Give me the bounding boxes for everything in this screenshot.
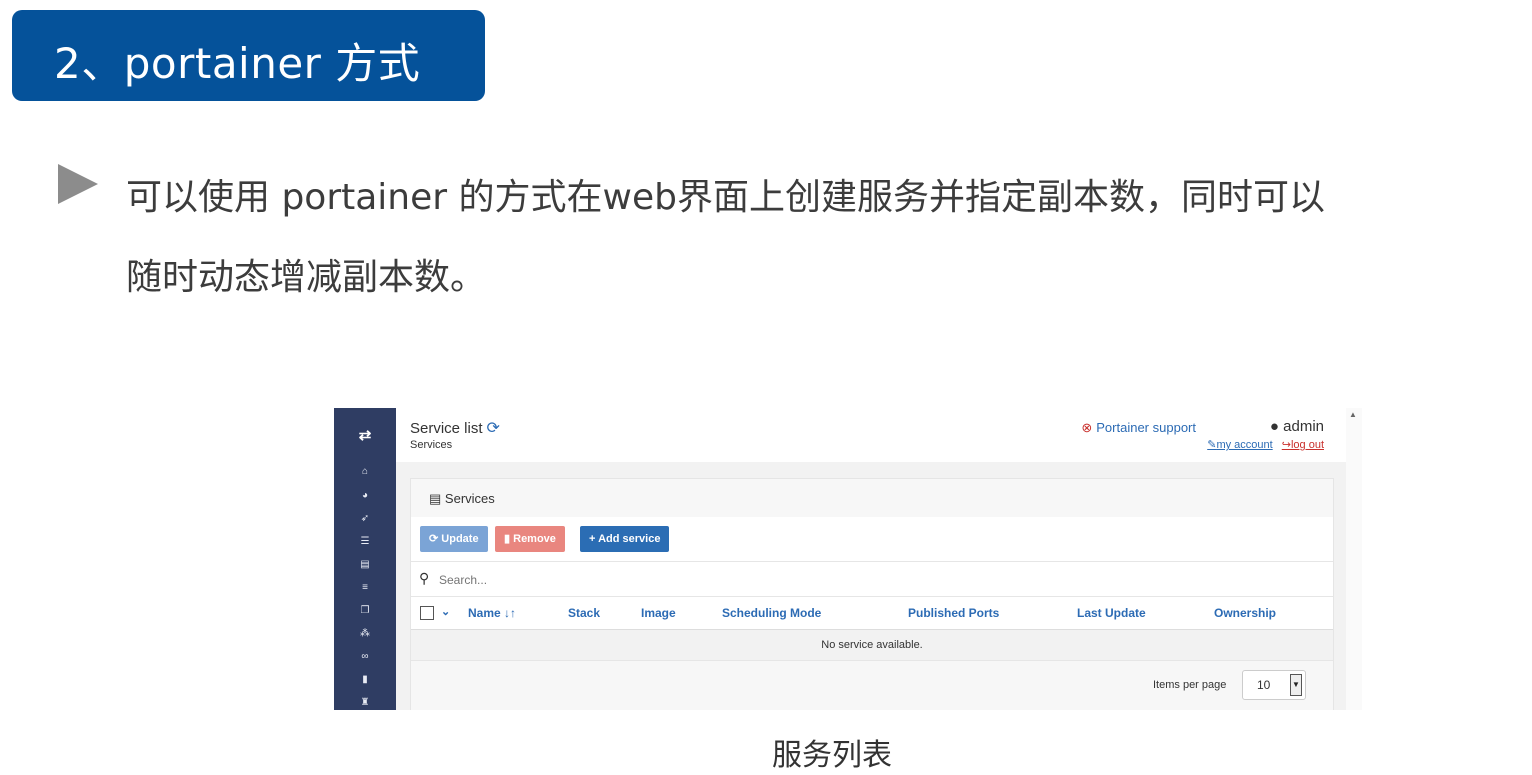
remove-button[interactable]: ▮ Remove — [495, 526, 565, 552]
column-stack[interactable]: Stack — [568, 606, 600, 620]
items-per-page-value: 10 — [1257, 678, 1271, 692]
dashboard-icon[interactable]: ◕ — [334, 490, 396, 502]
bullet-arrow-icon — [58, 164, 98, 204]
column-image[interactable]: Image — [641, 606, 676, 620]
body-line-2: 随时动态增减副本数。 — [126, 257, 487, 298]
logout-icon: ↪ — [1281, 439, 1291, 451]
support-link-text: Portainer support — [1096, 420, 1196, 435]
username: admin — [1283, 418, 1324, 435]
services-panel: ▤ Services ⟳ Update ▮ Remove + Add servi… — [410, 478, 1334, 710]
trash-icon: ▮ — [504, 533, 511, 545]
search-bar: ⚲ — [411, 562, 1333, 597]
slide-body: 可以使用 portainer 的方式在web界面上创建服务并指定副本数，同时可以… — [126, 158, 1526, 318]
search-input[interactable] — [437, 568, 1041, 592]
plus-icon: + — [589, 533, 596, 545]
column-name[interactable]: Name ↓↑ — [468, 606, 516, 620]
panel-title: ▤ Services — [429, 491, 495, 507]
scroll-up-icon[interactable]: ▲ — [1349, 410, 1357, 419]
account-links: ✎my account ↪log out — [1207, 438, 1324, 451]
column-name-label: Name — [468, 606, 501, 620]
slide-heading-box: 2、portainer 方式 — [12, 10, 485, 101]
breadcrumb: Services — [410, 439, 453, 451]
toggle-icon[interactable]: ⇄ — [334, 426, 396, 444]
panel-title-text: Services — [444, 491, 495, 506]
add-service-button[interactable]: + Add service — [580, 526, 670, 552]
update-label: Update — [441, 533, 479, 545]
list-icon[interactable]: ☰ — [334, 536, 396, 548]
tasks-icon[interactable]: ≡ — [334, 582, 396, 594]
column-last-update[interactable]: Last Update — [1077, 606, 1146, 620]
my-account-link[interactable]: ✎my account — [1207, 439, 1272, 451]
column-ownership[interactable]: Ownership — [1214, 606, 1276, 620]
services-icon[interactable]: ▤ — [334, 559, 396, 571]
refresh-icon: ⟳ — [429, 533, 439, 545]
file-icon[interactable]: ▮ — [334, 674, 396, 686]
volumes-icon[interactable]: ∞ — [334, 651, 396, 663]
items-per-page-select[interactable]: 10 ▼ — [1242, 670, 1306, 700]
slide-heading: 2、portainer 方式 — [54, 39, 421, 88]
remove-label: Remove — [513, 533, 556, 545]
figure-caption: 服务列表 — [772, 738, 892, 773]
chevron-down-icon[interactable]: ⌄ — [441, 605, 450, 618]
network-icon[interactable]: ⁂ — [334, 628, 396, 640]
logout-text: log out — [1290, 439, 1324, 451]
column-published-ports[interactable]: Published Ports — [908, 606, 999, 620]
caret-down-icon: ▼ — [1290, 674, 1302, 696]
action-bar: ⟳ Update ▮ Remove + Add service — [411, 517, 1333, 562]
select-all-checkbox[interactable] — [420, 606, 434, 620]
sidebar: ⇄ ⌂ ◕ ➶ ☰ ▤ ≡ ❐ ⁂ ∞ ▮ ♜ — [334, 408, 396, 710]
update-button[interactable]: ⟳ Update — [420, 526, 488, 552]
user-menu: ● admin — [1270, 418, 1324, 435]
support-link[interactable]: ⊗ Portainer support — [1081, 420, 1196, 436]
clone-icon[interactable]: ❐ — [334, 605, 396, 617]
registry-icon[interactable]: ♜ — [334, 697, 396, 709]
my-account-text: my account — [1216, 439, 1273, 451]
column-scheduling-mode[interactable]: Scheduling Mode — [722, 606, 821, 620]
sort-icon: ↓↑ — [504, 606, 517, 620]
page-title-text: Service list — [410, 420, 483, 437]
support-icon: ⊗ — [1081, 420, 1093, 435]
scrollbar[interactable]: ▲ — [1346, 408, 1362, 710]
list-icon: ▤ — [429, 491, 442, 506]
topbar: Service list ⟳ Services ⊗ Portainer suppor… — [396, 408, 1346, 462]
portainer-screenshot: ⇄ ⌂ ◕ ➶ ☰ ▤ ≡ ❐ ⁂ ∞ ▮ ♜ Service list ⟳ Se… — [334, 408, 1362, 710]
page-title: Service list ⟳ — [410, 418, 500, 438]
refresh-icon[interactable]: ⟳ — [487, 420, 500, 437]
search-icon: ⚲ — [419, 570, 430, 586]
empty-message: No service available. — [411, 630, 1333, 661]
logout-link[interactable]: ↪log out — [1282, 439, 1324, 451]
add-service-label: Add service — [598, 533, 661, 545]
items-per-page-label: Items per page — [1153, 679, 1227, 691]
body-line-1: 可以使用 portainer 的方式在web界面上创建服务并指定副本数，同时可以 — [126, 177, 1325, 218]
table-header: ⌄ Name ↓↑ Stack Image Scheduling Mode Pu… — [411, 597, 1333, 630]
rocket-icon[interactable]: ➶ — [334, 513, 396, 525]
user-icon: ● — [1269, 418, 1279, 435]
panel-header: ▤ Services — [411, 479, 1333, 518]
home-icon[interactable]: ⌂ — [334, 466, 396, 478]
